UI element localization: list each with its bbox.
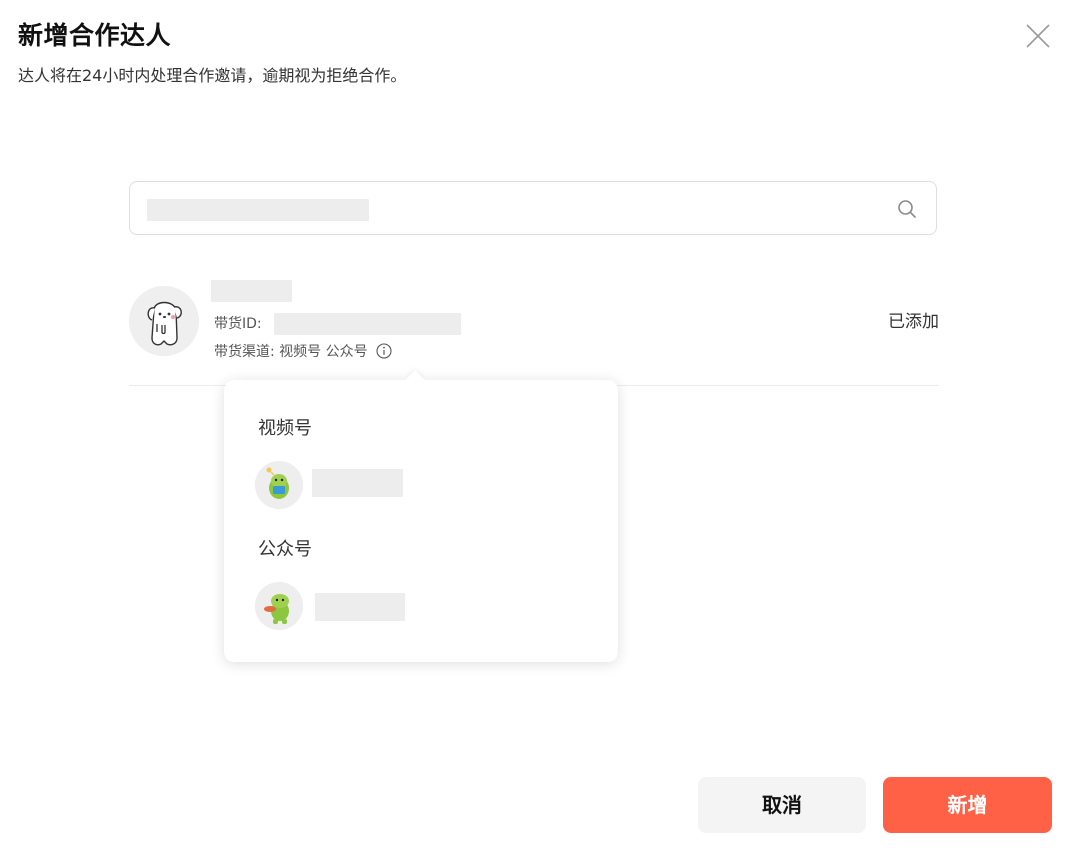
close-icon[interactable] <box>1022 20 1054 52</box>
creator-channels-line: 带货渠道: 视频号 公众号 <box>214 342 392 362</box>
search-input[interactable] <box>148 199 888 219</box>
channel-video: 视频号 <box>279 344 322 360</box>
popover-video-title: 视频号 <box>258 418 312 439</box>
dialog-title: 新增合作达人 <box>18 21 172 50</box>
video-account-name-redacted <box>312 469 403 497</box>
add-collaborator-dialog: 新增合作达人 达人将在24小时内处理合作邀请，逾期视为拒绝合作。 带货ID: 带… <box>0 0 1080 864</box>
added-status: 已添加 <box>888 312 939 332</box>
search-result-row: 带货ID: 带货渠道: 视频号 公众号 已添加 <box>129 276 939 386</box>
channel-official: 公众号 <box>325 344 368 360</box>
creator-id-line: 带货ID: <box>214 314 262 334</box>
video-account-avatar <box>255 461 303 509</box>
search-box[interactable] <box>129 181 937 235</box>
cancel-button[interactable]: 取消 <box>698 777 866 833</box>
popover-official-title: 公众号 <box>258 539 312 560</box>
avatar <box>129 286 199 356</box>
channels-label: 带货渠道: <box>214 344 275 360</box>
dialog-subtitle: 达人将在24小时内处理合作邀请，逾期视为拒绝合作。 <box>18 66 407 85</box>
official-account-avatar <box>255 582 303 630</box>
info-icon[interactable] <box>376 343 392 359</box>
creator-name-redacted <box>211 280 292 302</box>
channels-popover: 视频号 公众号 <box>224 370 618 662</box>
creator-id-redacted <box>274 313 461 335</box>
official-account-name-redacted <box>315 593 405 621</box>
search-icon[interactable] <box>896 198 918 220</box>
add-button[interactable]: 新增 <box>883 777 1052 833</box>
creator-id-label: 带货ID: <box>214 316 262 332</box>
